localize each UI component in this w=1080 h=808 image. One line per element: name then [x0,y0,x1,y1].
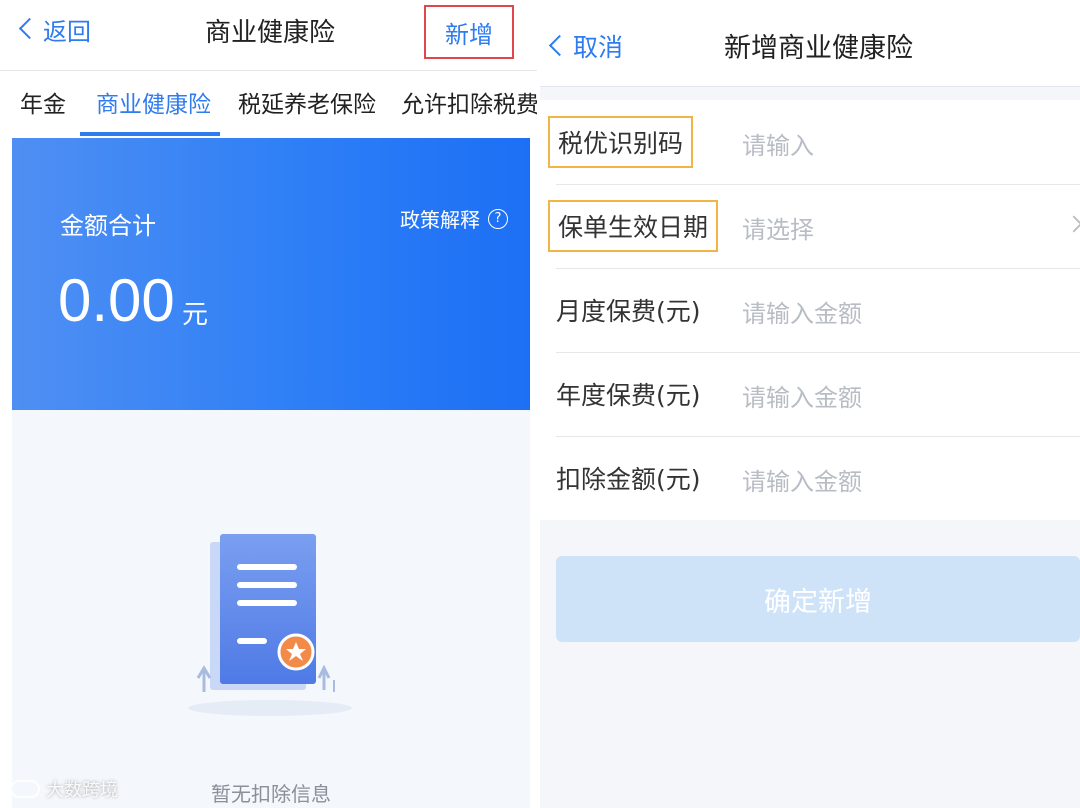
monthly-premium-input[interactable]: 请输入金额 [742,294,862,329]
field-effective-date[interactable]: 保单生效日期 请选择 [548,184,1080,269]
add-form: 税优识别码 请输入 保单生效日期 请选择 月度保费(元) 请输入金额 年度保费(… [540,100,1080,520]
confirm-add-button[interactable]: 确定新增 [556,556,1080,642]
field-label: 保单生效日期 [548,200,719,252]
policy-label: 政策解释 [400,208,480,232]
tab-deductible-taxes[interactable]: 允许扣除税费 [401,85,539,119]
field-tax-code[interactable]: 税优识别码 请输入 [548,100,1080,185]
watermark: 大数跨境 [10,776,118,802]
tax-code-input[interactable]: 请输入 [742,126,814,161]
currency-unit: 元 [182,300,209,330]
help-icon: ? [488,208,508,229]
field-annual-premium[interactable]: 年度保费(元) 请输入金额 [556,352,1080,437]
annual-premium-input[interactable]: 请输入金额 [742,378,862,413]
form-title: 新增商业健康险 [724,33,913,64]
tab-health-insurance[interactable]: 商业健康险 [96,85,211,119]
add-button[interactable]: 新增 [424,5,514,59]
field-label: 月度保费(元) [556,297,701,326]
effective-date-select[interactable]: 请选择 [742,210,814,245]
empty-document-icon [188,534,352,716]
tab-bar: 年金 商业健康险 税延养老保险 允许扣除税费 [0,70,540,133]
back-button[interactable]: 返回 [18,12,91,47]
watermark-logo-icon [10,780,40,798]
watermark-text: 大数跨境 [46,780,118,801]
field-monthly-premium[interactable]: 月度保费(元) 请输入金额 [556,268,1080,353]
tab-tax-deferred-pension[interactable]: 税延养老保险 [238,85,376,119]
cancel-button[interactable]: 取消 [548,28,624,64]
chevron-left-icon [548,34,571,56]
cancel-label: 取消 [573,33,624,62]
form-header: 取消 新增商业健康险 [540,0,1080,87]
field-label: 税优识别码 [548,116,694,168]
policy-explanation-link[interactable]: 政策解释 ? [400,204,508,233]
amount-summary-card: 金额合计 政策解释 ? 0.00 元 [12,138,530,410]
back-label: 返回 [43,18,91,46]
right-screen: 取消 新增商业健康险 税优识别码 请输入 保单生效日期 请选择 月度保费(元) … [540,0,1080,808]
total-amount-label: 金额合计 [60,212,156,240]
deduction-amount-input[interactable]: 请输入金额 [742,462,862,497]
empty-state: 暂无扣除信息 [12,410,530,808]
page-title: 商业健康险 [205,18,336,48]
total-amount-value: 0.00 [58,267,175,334]
field-label: 扣除金额(元) [556,465,701,494]
field-label: 年度保费(元) [556,381,701,410]
active-tab-indicator [80,132,220,136]
field-deduction-amount[interactable]: 扣除金额(元) 请输入金额 [556,436,1080,520]
left-screen: 返回 商业健康险 新增 年金 商业健康险 税延养老保险 允许扣除税费 金额合计 … [0,0,540,808]
tab-annuity[interactable]: 年金 [20,85,66,119]
chevron-left-icon [18,17,41,40]
chevron-right-icon [1065,215,1080,233]
